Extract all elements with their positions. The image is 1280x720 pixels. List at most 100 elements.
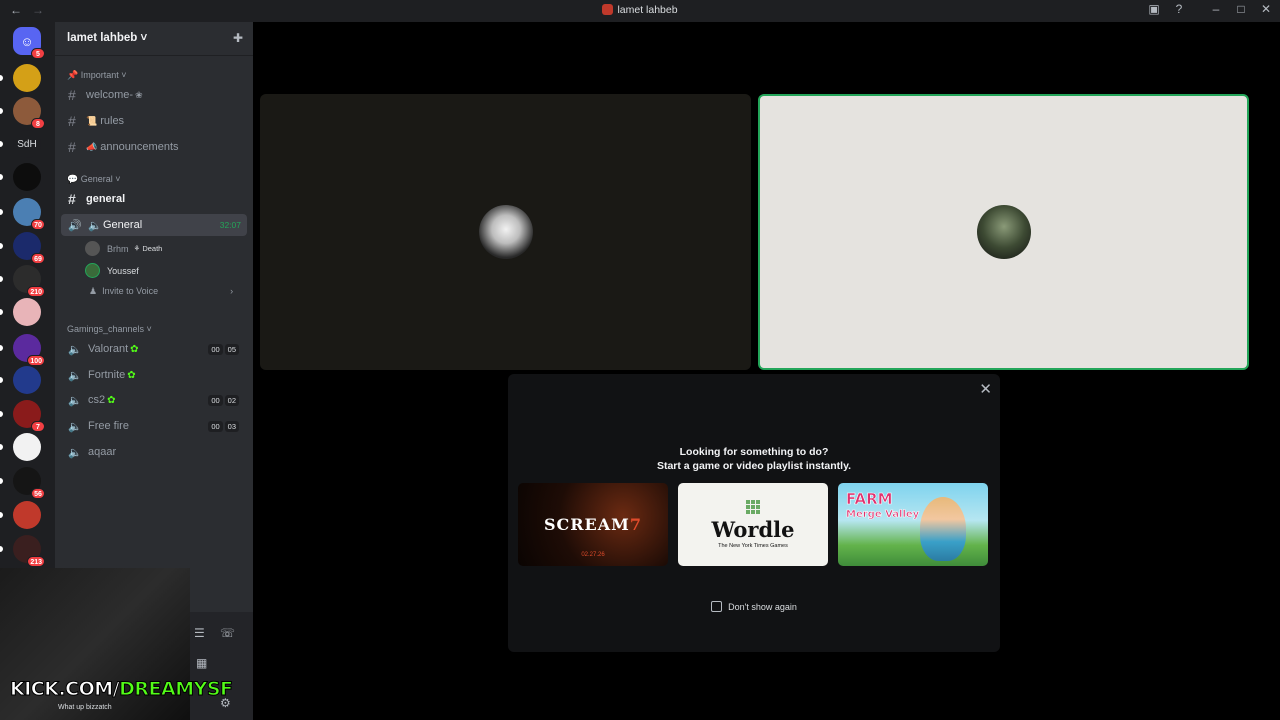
server-mini-icon: [602, 4, 614, 15]
server-icon-server-10[interactable]: [13, 366, 41, 394]
unread-badge: 7: [31, 421, 45, 432]
unread-pill: [0, 309, 3, 315]
window-title: lamet lahbeb: [0, 4, 1280, 16]
chevron-right-icon: ›: [230, 286, 234, 296]
wordle-grid-icon: [746, 500, 760, 514]
activity-card-wordle[interactable]: Wordle The New York Times Games: [678, 483, 828, 566]
speaker-emoji-icon: 🔈: [88, 219, 102, 232]
farm-character-image: [920, 497, 966, 561]
avatar: [976, 205, 1031, 259]
unread-badge: 56: [31, 488, 45, 499]
channel-freefire[interactable]: 🔈 Free fire 00 03: [61, 415, 247, 437]
megaphone-emoji-icon: 📣: [86, 141, 98, 152]
disconnect-icon[interactable]: ☏: [220, 626, 235, 640]
invite-to-voice[interactable]: ♟ Invite to Voice ›: [89, 286, 233, 297]
close-icon[interactable]: ✕: [979, 380, 992, 398]
dont-show-again-label: Don't show again: [728, 602, 797, 612]
server-icon-server-7[interactable]: 210: [13, 265, 45, 297]
channel-announcements[interactable]: # 📣 announcements: [61, 136, 247, 158]
activity-card-scream[interactable]: SCREAM7 02.27.26: [518, 483, 668, 566]
window-title-text: lamet lahbeb: [617, 4, 678, 16]
category-general[interactable]: 💬 General ˅: [67, 174, 121, 185]
server-label: SdH: [17, 138, 37, 150]
hash-icon: #: [68, 191, 76, 207]
popup-title: Looking for something to do? Start a gam…: [656, 446, 852, 472]
server-icon-server-11[interactable]: 7: [13, 400, 45, 432]
unread-pill: [0, 276, 3, 282]
unread-pill: [0, 377, 3, 383]
speaker-icon: 🔈: [68, 420, 82, 433]
unread-pill: [0, 546, 3, 552]
soundboard-icon[interactable]: ☰: [194, 626, 205, 640]
server-icon-server-9[interactable]: 100: [13, 334, 45, 366]
category-gaming[interactable]: Gamings_channels ˅: [67, 324, 152, 334]
scream-release-date: 02.27.26: [581, 552, 605, 558]
server-icon-server-12[interactable]: [13, 433, 41, 461]
speaker-icon: 🔈: [68, 343, 82, 356]
server-icon-server-5[interactable]: 70: [13, 198, 45, 230]
unread-pill: [0, 345, 3, 351]
help-icon[interactable]: ?: [1173, 2, 1185, 16]
server-icon-server-2[interactable]: 8: [13, 97, 45, 129]
unread-pill: [0, 243, 3, 249]
avatar: [85, 263, 100, 278]
server-icon-server-14[interactable]: [13, 501, 41, 529]
unread-badge: 210: [27, 286, 45, 297]
hash-icon: #: [68, 113, 76, 129]
server-icon-server-8[interactable]: [13, 298, 41, 326]
voice-user-youssef[interactable]: Youssef: [85, 263, 139, 278]
category-important[interactable]: 📌 Important ˅: [67, 70, 127, 81]
channel-general-voice[interactable]: 🔊 🔈 General 32:07: [61, 214, 247, 236]
maximize-button[interactable]: □: [1235, 2, 1247, 16]
guild-name[interactable]: lamet lahbeb ˅: [67, 32, 147, 44]
channel-welcome[interactable]: # welcome- ❀: [61, 84, 247, 106]
unread-badge: 70: [31, 219, 45, 230]
speaker-icon: 🔈: [68, 369, 82, 382]
server-icon-server-sdh[interactable]: SdH: [13, 130, 41, 158]
unread-badge: 5: [31, 48, 45, 59]
activities-icon[interactable]: ▦: [196, 656, 207, 670]
channel-general-text[interactable]: # general: [61, 188, 247, 210]
channel-fortnite[interactable]: 🔈 Fortnite ✿: [61, 364, 247, 386]
unread-badge: 69: [31, 253, 45, 264]
server-icon-server-15[interactable]: 213: [13, 535, 45, 567]
server-icon-server-1[interactable]: [13, 64, 41, 92]
hash-icon: #: [68, 139, 76, 155]
window-controls: ▣ ? – □ ✕: [1148, 2, 1272, 16]
voice-timer: 32:07: [219, 220, 241, 230]
unread-pill: [0, 174, 3, 180]
voice-stage: ✕ Looking for something to do? Start a g…: [253, 22, 1280, 720]
channel-cs2[interactable]: 🔈 cs2 ✿ 00 02: [61, 389, 247, 411]
participant-tile-youssef[interactable]: [758, 94, 1249, 370]
minimize-button[interactable]: –: [1210, 2, 1222, 16]
kick-overlay: KICK.COM/DREAMYSF: [9, 678, 233, 701]
server-icon-server-13[interactable]: 56: [13, 467, 45, 499]
wordle-logo: Wordle: [711, 517, 795, 542]
guild-header[interactable]: lamet lahbeb ˅ ✚: [55, 22, 253, 56]
speaker-icon: 🔈: [68, 446, 82, 459]
channel-aqaar[interactable]: 🔈 aqaar: [61, 441, 247, 463]
voice-counts: 00 05: [208, 343, 239, 355]
add-member-icon[interactable]: ✚: [233, 31, 243, 45]
server-icon-server-6[interactable]: 69: [13, 232, 45, 264]
voice-user-brhm[interactable]: Brhm ⚘ Death: [85, 241, 162, 256]
participant-tile-brhm[interactable]: [260, 94, 751, 370]
channel-rules[interactable]: # 📜 rules: [61, 110, 247, 132]
channel-valorant[interactable]: 🔈 Valorant ✿ 00 05: [61, 338, 247, 360]
unread-pill: [0, 411, 3, 417]
unread-pill: [0, 209, 3, 215]
inbox-icon[interactable]: ▣: [1148, 2, 1160, 16]
activity-card-farm-merge-valley[interactable]: FARM Merge Valley: [838, 483, 988, 566]
avatar: [85, 241, 100, 256]
hash-icon: #: [68, 87, 76, 103]
unread-pill: [0, 444, 3, 450]
close-window-button[interactable]: ✕: [1260, 2, 1272, 16]
voice-counts: 00 02: [208, 394, 239, 406]
dont-show-again-checkbox[interactable]: [711, 601, 723, 612]
server-icon-discord-home[interactable]: ☺ 5: [13, 27, 45, 59]
voice-panel: ☰ ☏ ▦ ⚙: [190, 612, 253, 720]
unread-badge: 100: [27, 355, 45, 366]
dont-show-again-row[interactable]: Don't show again: [508, 601, 1000, 612]
activity-suggestion-popup: ✕ Looking for something to do? Start a g…: [508, 374, 1000, 652]
server-icon-server-4[interactable]: [13, 163, 41, 191]
